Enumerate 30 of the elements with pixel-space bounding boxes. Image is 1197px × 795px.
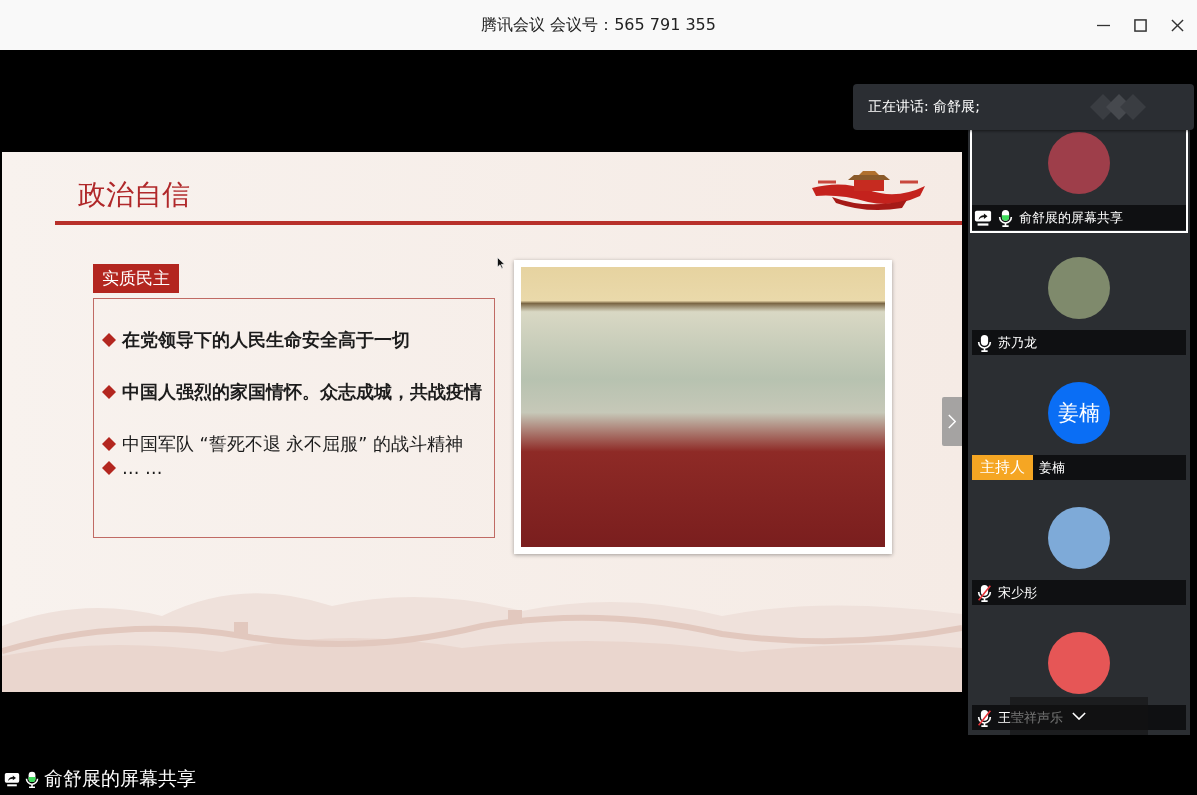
participant-name: 苏乃龙: [998, 333, 1037, 352]
slide-title: 政治自信: [78, 178, 190, 212]
diamonds-logo-icon: [1090, 92, 1146, 122]
host-badge: 主持人: [972, 455, 1033, 480]
participant-tile[interactable]: 姜楠 主持人 姜楠: [970, 358, 1188, 483]
bullet-text: 中国人强烈的家国情怀。众志成城，共战疫情: [122, 381, 482, 404]
next-page-button[interactable]: [942, 397, 962, 446]
window-title: 腾讯会议 会议号：565 791 355: [481, 14, 716, 36]
chevron-right-icon: [948, 414, 956, 429]
chevron-down-icon: [1072, 712, 1086, 720]
participant-name: 王莹祥声乐: [998, 708, 1063, 727]
diamond-bullet-icon: [102, 461, 116, 475]
participant-name: 俞舒展的屏幕共享: [1019, 208, 1123, 227]
mouse-cursor-icon: [497, 257, 505, 269]
maximize-icon: [1133, 18, 1147, 32]
section-label: 实质民主: [93, 264, 179, 293]
diamond-bullet-icon: [102, 437, 116, 451]
participant-name: 姜楠: [1039, 458, 1065, 477]
participant-tile[interactable]: 苏乃龙: [970, 233, 1188, 358]
participant-tile[interactable]: 宋少彤: [970, 483, 1188, 608]
avatar: 姜楠: [1048, 382, 1110, 444]
bullet-text: … …: [122, 458, 163, 478]
bullet-text: 在党领导下的人民生命安全高于一切: [122, 329, 410, 352]
bullet-text: 中国军队 “誓死不退 永不屈服” 的战斗精神: [122, 433, 463, 456]
participant-name: 宋少彤: [998, 583, 1037, 602]
diamond-bullet-icon: [102, 333, 116, 347]
close-icon: [1170, 18, 1184, 32]
participant-tile[interactable]: 王莹祥声乐: [970, 608, 1188, 733]
diamond-bullet-icon: [102, 385, 116, 399]
screen-share-label: 俞舒展的屏幕共享: [44, 766, 196, 791]
